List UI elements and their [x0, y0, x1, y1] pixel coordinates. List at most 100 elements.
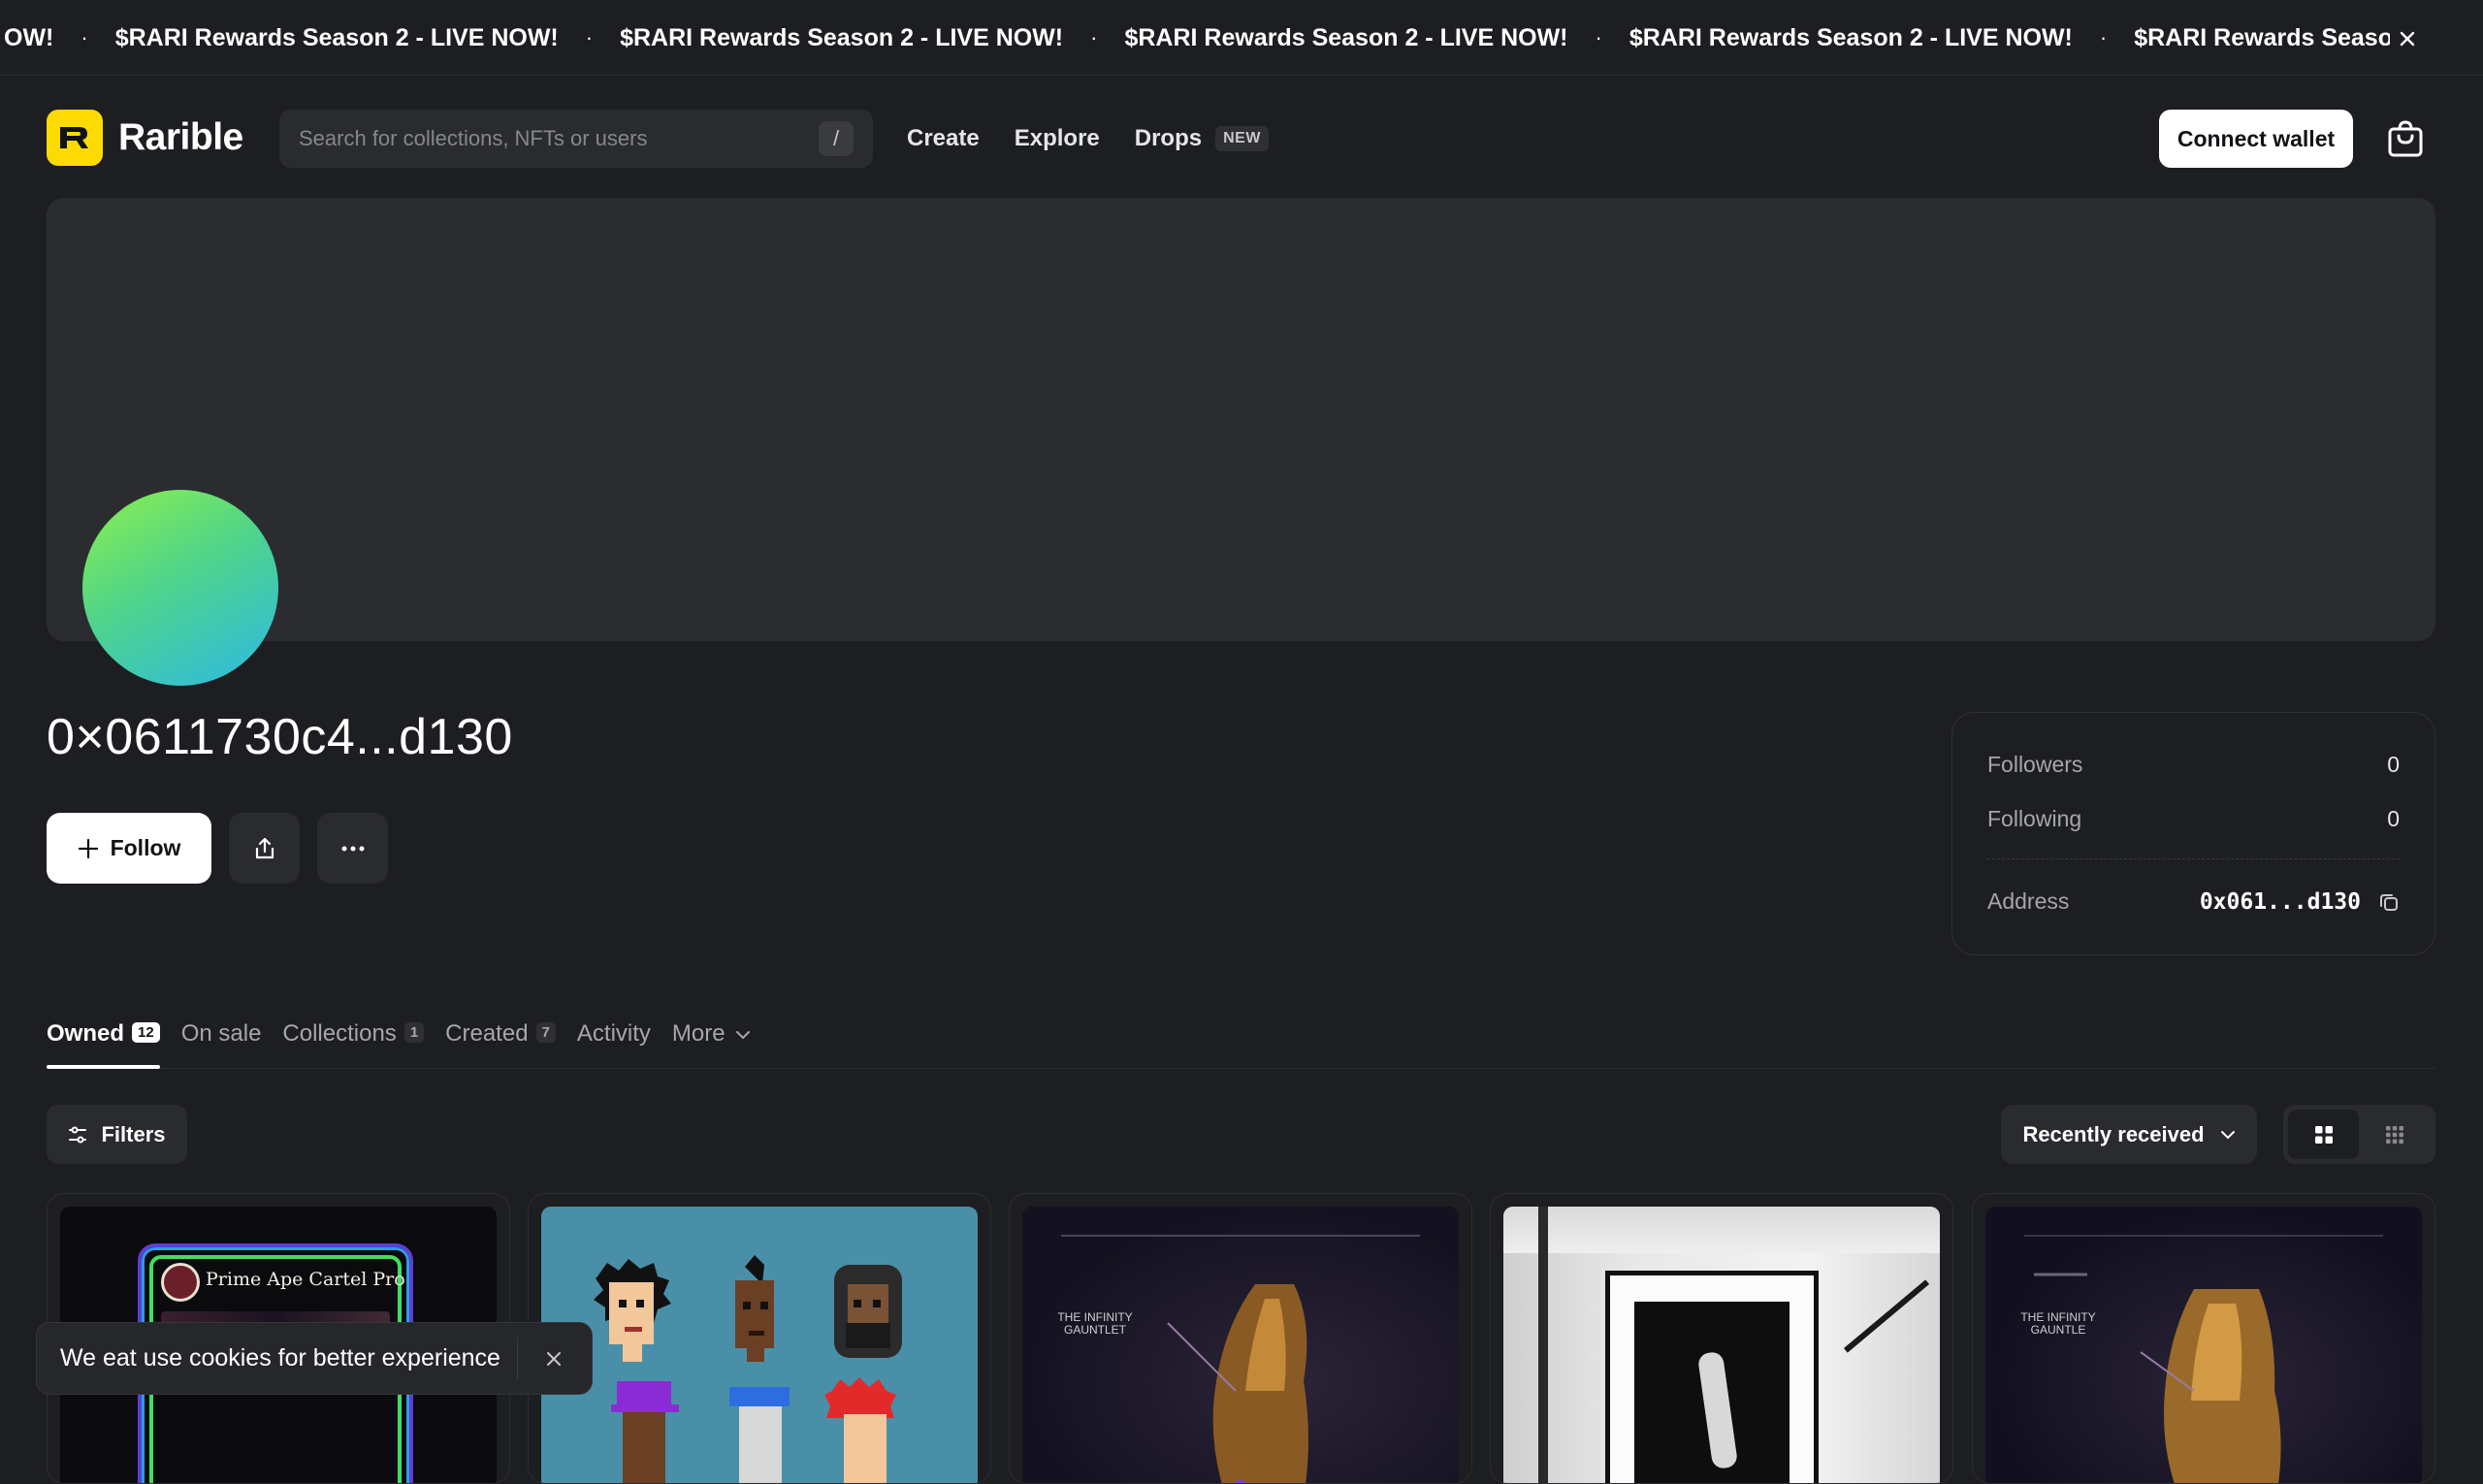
announcement-ticker[interactable]: OW! · $RARI Rewards Season 2 - LIVE NOW!… [0, 0, 2483, 76]
sort-label: Recently received [2022, 1121, 2205, 1146]
gauntlet-art [1061, 1235, 1420, 1483]
tab-more[interactable]: More [672, 1009, 751, 1067]
tab-activity[interactable]: Activity [577, 1009, 651, 1067]
tab-on-sale[interactable]: On sale [181, 1009, 262, 1067]
search-input[interactable] [299, 126, 819, 151]
large-grid-view-button[interactable] [2288, 1110, 2359, 1159]
share-icon [255, 837, 274, 858]
ticker-inner: OW! · $RARI Rewards Season 2 - LIVE NOW!… [0, 24, 2390, 52]
sort-dropdown[interactable]: Recently received [2001, 1105, 2257, 1164]
follow-button[interactable]: Follow [47, 813, 211, 884]
tab-label: More [671, 1020, 726, 1047]
address-row: Address 0x061...d130 [1987, 888, 2400, 915]
nav-explore[interactable]: Explore [1015, 125, 1100, 152]
search-shortcut-key: / [819, 121, 854, 156]
tab-count: 1 [403, 1022, 425, 1043]
cookie-close-button[interactable] [539, 1344, 568, 1373]
chevron-down-icon [735, 1031, 750, 1040]
copy-icon[interactable] [2378, 891, 2400, 913]
nft-card[interactable]: THE INFINITY GAUNTLET [1009, 1193, 1472, 1484]
ticker-separator: · [1090, 25, 1098, 49]
gauntlet-art [2024, 1235, 2383, 1483]
profile-actions: Follow [47, 813, 388, 884]
ticker-item: $RARI Rewards Season 2 - LIVE NOV [2134, 23, 2390, 51]
followers-label: Followers [1987, 752, 2083, 777]
nav-drops[interactable]: Drops [1135, 125, 1202, 152]
tab-collections[interactable]: Collections 1 [282, 1009, 425, 1067]
profile-avatar [82, 490, 278, 686]
ticker-separator: · [2099, 25, 2108, 49]
ceiling [1503, 1207, 1940, 1253]
more-horizontal-icon [341, 846, 364, 851]
logo-text: Rarible [118, 116, 243, 158]
more-options-button[interactable] [317, 813, 388, 884]
tab-label: Owned [47, 1020, 125, 1047]
follow-label: Follow [110, 835, 181, 860]
filter-sliders-icon [69, 1126, 87, 1143]
site-header: Rarible / Create Explore Drops NEW Conne… [0, 77, 2483, 197]
ticker-separator: · [81, 25, 88, 49]
ape-badge-icon [161, 1263, 200, 1302]
punk-1 [594, 1259, 671, 1362]
share-button[interactable] [229, 813, 300, 884]
nft-image [1503, 1207, 1940, 1483]
followers-count: 0 [2387, 752, 2400, 777]
nft-card[interactable] [1490, 1193, 1953, 1484]
address-label: Address [1987, 888, 2070, 914]
ticker-track: OW! · $RARI Rewards Season 2 - LIVE NOW!… [0, 0, 2390, 75]
door-frame [1538, 1207, 1548, 1483]
close-icon [547, 1351, 561, 1366]
following-count: 0 [2387, 806, 2400, 831]
profile-name: 0×0611730c4...d130 [47, 709, 513, 765]
followers-row[interactable]: Followers 0 [1987, 752, 2400, 778]
tab-count: 7 [535, 1022, 556, 1043]
search-bar[interactable]: / [279, 110, 873, 168]
tab-label: Activity [576, 1020, 651, 1047]
ticker-separator: · [1595, 25, 1602, 49]
cart-button[interactable] [2382, 115, 2429, 162]
following-row[interactable]: Following 0 [1987, 806, 2400, 832]
filters-button[interactable]: Filters [47, 1105, 187, 1164]
following-label: Following [1987, 806, 2082, 831]
tab-created[interactable]: Created 7 [445, 1009, 556, 1067]
main-nav: Create Explore Drops NEW [907, 110, 1269, 168]
connect-wallet-button[interactable]: Connect wallet [2159, 110, 2353, 168]
ticker-close-button[interactable] [2390, 21, 2425, 56]
rarible-logo[interactable]: Rarible [47, 110, 243, 166]
filters-label: Filters [101, 1121, 166, 1146]
tab-count: 12 [132, 1022, 160, 1043]
tab-label: On sale [180, 1020, 262, 1047]
grid-small-icon [2385, 1125, 2403, 1144]
close-icon [2400, 31, 2415, 47]
new-badge: NEW [1215, 126, 1269, 151]
small-grid-view-button[interactable] [2359, 1110, 2430, 1159]
nft-image: THE INFINITY GAUNTLE [1985, 1207, 2422, 1483]
profile-tabs: Owned 12 On sale Collections 1 Created 7… [47, 1009, 2435, 1069]
view-toggle [2283, 1105, 2435, 1164]
stair-rail [1843, 1279, 1930, 1353]
punk-2 [735, 1255, 774, 1362]
nft-card[interactable] [528, 1193, 991, 1484]
address-value: 0x061...d130 [2199, 888, 2361, 915]
nav-create[interactable]: Create [907, 125, 980, 152]
tab-owned[interactable]: Owned 12 [47, 1009, 160, 1069]
profile-stats-card: Followers 0 Following 0 Address 0x061...… [1951, 712, 2435, 955]
nft-title: Prime Ape Cartel Pro [206, 1269, 405, 1290]
nft-card[interactable]: THE INFINITY GAUNTLE [1972, 1193, 2435, 1484]
shopping-bag-icon [2388, 120, 2423, 157]
rarible-logo-icon [47, 110, 103, 166]
cookie-banner: We eat use cookies for better experience [36, 1322, 593, 1395]
ticker-item: $RARI Rewards Season 2 - LIVE NOW! [1628, 23, 2073, 51]
cookie-text: We eat use cookies for better experience [60, 1344, 500, 1371]
plus-icon [78, 838, 98, 858]
ticker-item: $RARI Rewards Season 2 - LIVE NOW! [114, 23, 559, 51]
purple-cap [617, 1381, 671, 1406]
ticker-item: OW! [4, 23, 54, 51]
ticker-item: $RARI Rewards Season 2 - LIVE NOW! [620, 23, 1064, 51]
pixel-punks-art [594, 1255, 902, 1483]
punk-3 [834, 1265, 902, 1358]
tab-label: Created [445, 1020, 529, 1047]
tab-label: Collections [282, 1020, 397, 1047]
nft-image: THE INFINITY GAUNTLET [1022, 1207, 1459, 1483]
stats-divider [1987, 858, 2400, 859]
